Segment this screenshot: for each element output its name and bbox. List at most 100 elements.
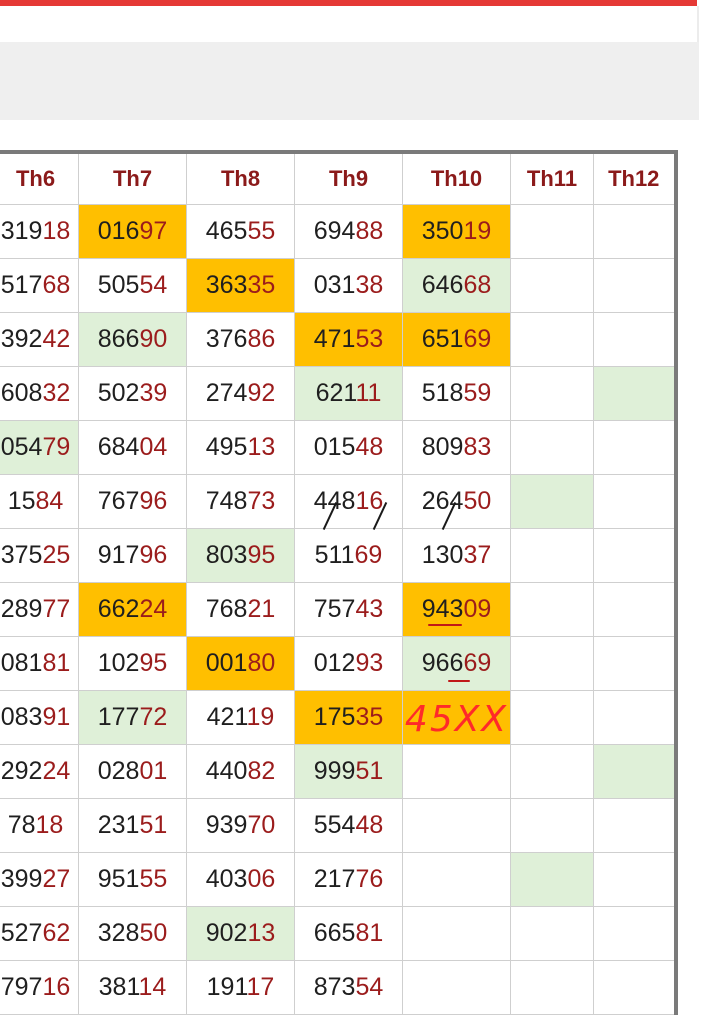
pen-underline-mark — [427, 624, 462, 626]
number-suffix: 19 — [246, 703, 275, 731]
number-suffix: 25 — [42, 541, 71, 569]
result-cell — [593, 690, 676, 745]
cell-content: 64668 — [422, 271, 492, 300]
number-suffix: 27 — [42, 865, 71, 893]
number-prefix: 554 — [313, 811, 356, 839]
cell-content: 66224 — [98, 595, 168, 624]
result-cell: 62111 — [294, 366, 403, 421]
result-cell: 10295 — [78, 636, 187, 691]
result-cell: 08181 — [0, 636, 79, 691]
number-suffix: 51 — [139, 811, 168, 839]
cell-content: 99951 — [314, 757, 384, 786]
result-cell: 35019 — [402, 204, 511, 259]
result-cell — [593, 906, 676, 961]
cell-content: 74873 — [206, 487, 276, 516]
number-prefix: 748 — [205, 487, 248, 515]
number-suffix: 38 — [355, 271, 384, 299]
cell-content: 17772 — [98, 703, 168, 732]
result-cell — [593, 960, 676, 1015]
cell-content: 00180 — [206, 649, 276, 678]
number-prefix: 966 — [421, 649, 464, 677]
result-cell: 7818 — [0, 798, 79, 853]
cell-content: 19117 — [207, 973, 275, 1002]
result-cell: 08391 — [0, 690, 79, 745]
result-cell — [510, 204, 594, 259]
column-header-th11: Th11 — [510, 151, 594, 205]
result-cell — [593, 474, 676, 529]
number-suffix: 50 — [463, 487, 492, 515]
result-cell: 37686 — [186, 312, 295, 367]
cell-content: 36335 — [206, 271, 276, 300]
number-prefix: 264 — [421, 487, 464, 515]
number-suffix: 14 — [138, 973, 167, 1001]
result-cell: 39242 — [0, 312, 79, 367]
result-cell: 90213 — [186, 906, 295, 961]
cell-content: 1584 — [8, 487, 64, 516]
result-cell: 1584 — [0, 474, 79, 529]
table-row: 39242 86690 37686 47153 65169 — [0, 312, 676, 367]
cell-content: 96669 — [421, 649, 491, 682]
result-cell — [593, 528, 676, 583]
result-cell: 01697 — [78, 204, 187, 259]
number-suffix: 90 — [139, 325, 168, 353]
number-prefix: 274 — [205, 379, 248, 407]
number-suffix: 92 — [247, 379, 276, 407]
result-cell — [402, 798, 511, 853]
cell-content: 62111 — [316, 379, 382, 408]
number-suffix: 04 — [139, 433, 168, 461]
result-cell: 44082 — [186, 744, 295, 799]
cell-content: 90213 — [206, 919, 276, 948]
number-suffix: 37 — [463, 541, 492, 569]
number-prefix: 518 — [421, 379, 464, 407]
number-prefix: 471 — [313, 325, 356, 353]
number-suffix: 77 — [42, 595, 71, 623]
results-table: Th6 Th7 Th8 Th9 Th10 Th11 Th12 31918 01697 46555… — [0, 150, 678, 1015]
number-suffix: 35 — [355, 703, 384, 731]
number-prefix: 621 — [315, 379, 356, 407]
number-prefix: 292 — [0, 757, 43, 785]
cell-content: 29224 — [1, 757, 71, 786]
cell-content: 10295 — [98, 649, 168, 678]
result-cell: 80395 — [186, 528, 295, 583]
result-cell — [510, 474, 594, 529]
cell-content: 01697 — [98, 217, 168, 246]
number-suffix: 55 — [247, 217, 276, 245]
cell-content: 79716 — [1, 973, 71, 1002]
number-prefix: 403 — [205, 865, 248, 893]
result-cell — [510, 906, 594, 961]
cell-content: 65169 — [422, 325, 492, 354]
result-cell: 65169 — [402, 312, 511, 367]
number-prefix: 999 — [313, 757, 356, 785]
number-suffix: 76 — [355, 865, 384, 893]
result-cell — [593, 258, 676, 313]
number-suffix: 24 — [139, 595, 168, 623]
table-row: 51768 50554 36335 03138 64668 — [0, 258, 676, 313]
table-row: 1584 76796 74873 44816 26450 — [0, 474, 676, 529]
number-prefix: 465 — [205, 217, 248, 245]
cell-content: 27492 — [206, 379, 276, 408]
cell-content: 08391 — [1, 703, 71, 732]
result-cell: 69488 — [294, 204, 403, 259]
number-suffix: 11 — [355, 379, 382, 407]
cell-content: 75743 — [314, 595, 384, 624]
cell-content: 80395 — [206, 541, 276, 570]
number-prefix: 350 — [421, 217, 464, 245]
number-prefix: 651 — [421, 325, 464, 353]
cell-content: 26450 — [422, 487, 492, 516]
number-prefix: 767 — [97, 487, 140, 515]
cell-content: 86690 — [98, 325, 168, 354]
number-prefix: 177 — [97, 703, 140, 731]
number-prefix: 495 — [205, 433, 248, 461]
result-cell: 51169 — [294, 501, 403, 583]
result-cell: 13037 — [402, 501, 511, 583]
number-prefix: 809 — [421, 433, 464, 461]
result-cell: 38114 — [78, 960, 187, 1015]
result-cell: 55448 — [294, 798, 403, 853]
number-prefix: 665 — [313, 919, 356, 947]
results-table-container: Th6 Th7 Th8 Th9 Th10 Th11 Th12 31918 01697 46555… — [0, 150, 678, 1015]
result-cell: 27492 — [186, 366, 295, 421]
number-suffix: 68 — [463, 271, 492, 299]
pen-underline-mark — [447, 680, 470, 682]
number-suffix: 13 — [247, 433, 276, 461]
header-strip — [0, 6, 699, 42]
